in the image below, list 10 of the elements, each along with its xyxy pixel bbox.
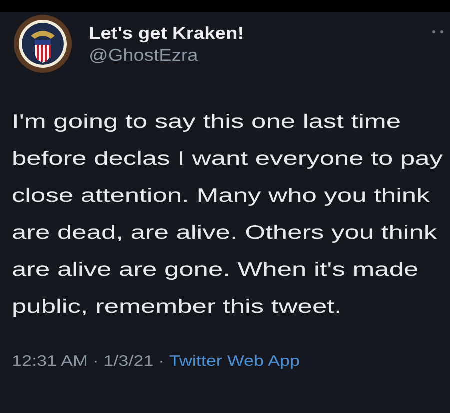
source-link[interactable]: Twitter Web App (169, 352, 300, 372)
more-icon[interactable] (432, 30, 444, 34)
tweet-text: I'm going to say this one last time before declas I want everyone to pay close attention. Many who you think are dead, are alive. Others you think are alive are gone. When it's made public, remember this tweet. (12, 110, 444, 320)
tweet-time[interactable]: 12:31 AM (12, 352, 88, 372)
tweet-date[interactable]: 1/3/21 (104, 352, 154, 372)
separator-dot: · (158, 352, 165, 372)
separator-dot: · (92, 352, 99, 372)
avatar-emblem-icon[interactable] (13, 14, 73, 74)
username[interactable]: @GhostEzra (89, 44, 198, 66)
display-name[interactable]: Let's get Kraken! (89, 22, 244, 44)
